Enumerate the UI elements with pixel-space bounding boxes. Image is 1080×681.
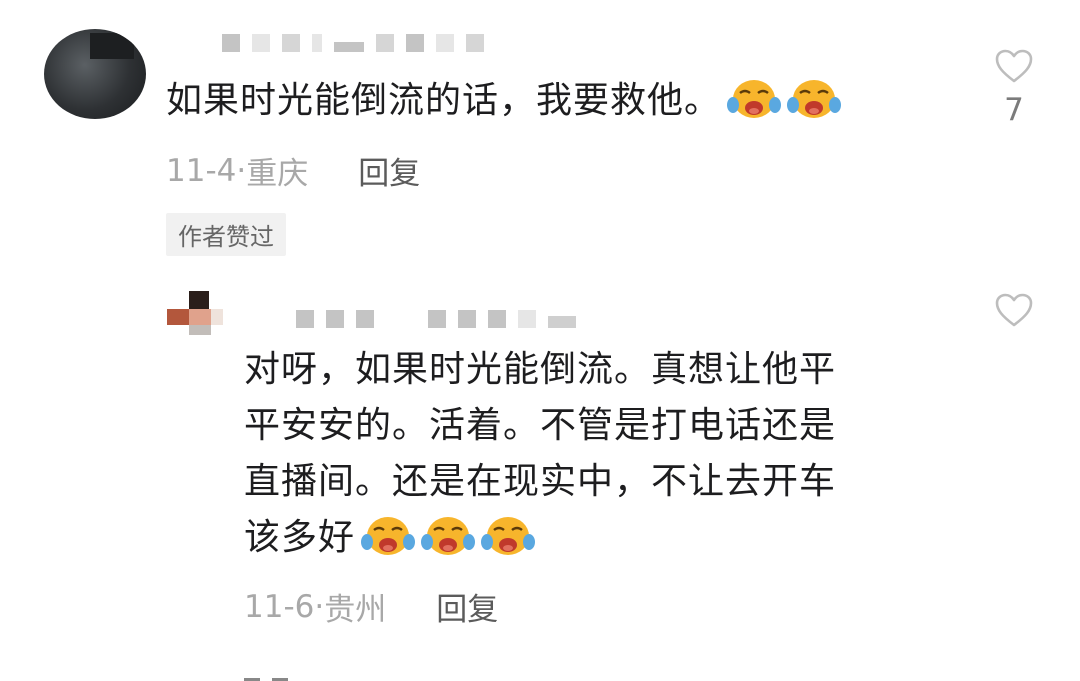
comment-location: 重庆 — [246, 156, 309, 192]
crying-face-emoji — [481, 517, 536, 555]
crying-face-emoji — [361, 517, 416, 555]
username-redacted[interactable] — [296, 310, 576, 328]
like-control[interactable]: 7 — [984, 48, 1044, 128]
avatar[interactable] — [167, 291, 223, 335]
heart-outline-icon[interactable] — [994, 292, 1034, 328]
comment-text: 如果时光能倒流的话，我要救他。 — [166, 74, 842, 128]
crying-face-emoji — [421, 517, 476, 555]
reply-text-line: 对呀，如果时光能倒流。真想让他平 — [244, 349, 837, 390]
heart-outline-icon[interactable] — [994, 48, 1034, 84]
meta-separator: · — [236, 152, 247, 189]
like-control[interactable] — [984, 292, 1044, 332]
reply-meta: 11-6 · 贵州 回复 — [244, 584, 498, 629]
reply-text-line: 该多好 — [244, 517, 356, 558]
comment-date: 11-6 — [244, 588, 315, 625]
next-comment-cutoff — [244, 672, 304, 681]
author-liked-badge: 作者赞过 — [166, 213, 286, 256]
avatar[interactable] — [44, 29, 146, 119]
reply-button[interactable]: 回复 — [358, 148, 420, 193]
reply-text-line: 直播间。还是在现实中，不让去开车 — [244, 461, 837, 502]
comment-location: 贵州 — [324, 592, 387, 628]
crying-face-emoji — [787, 80, 842, 118]
reply-text: 对呀，如果时光能倒流。真想让他平 平安安的。活着。不管是打电话还是 直播间。还是… — [244, 342, 836, 566]
comment-date: 11-4 — [166, 152, 237, 189]
reply-button[interactable]: 回复 — [436, 584, 498, 629]
crying-face-emoji — [727, 80, 782, 118]
username-redacted[interactable] — [222, 34, 484, 52]
like-count: 7 — [1004, 92, 1024, 128]
comment-meta: 11-4 · 重庆 回复 — [166, 148, 420, 193]
reply-text-line: 平安安的。活着。不管是打电话还是 — [244, 405, 837, 446]
meta-separator: · — [314, 588, 325, 625]
